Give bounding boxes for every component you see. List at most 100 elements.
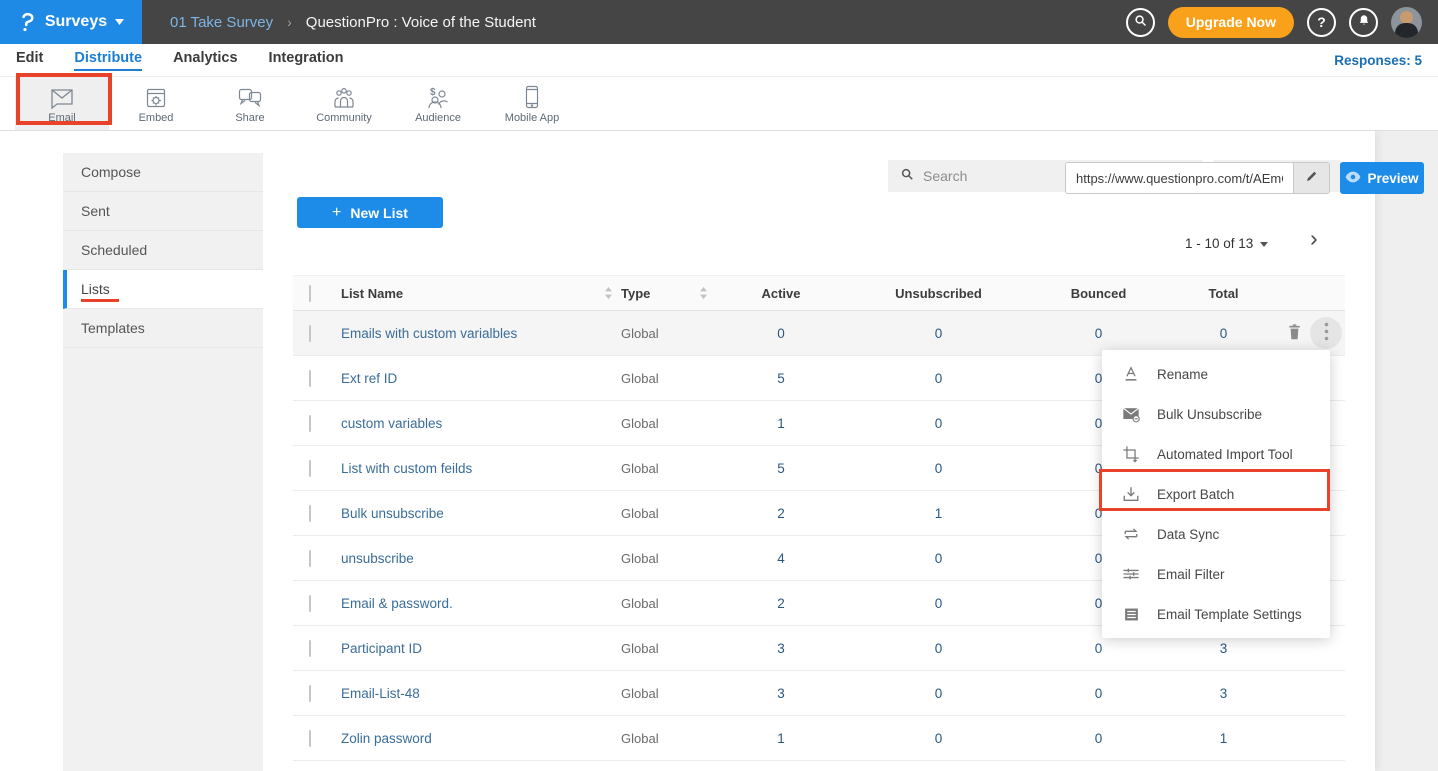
list-type: Global	[621, 461, 716, 476]
active-count[interactable]: 2	[716, 596, 846, 611]
total-count[interactable]: 3	[1166, 686, 1281, 701]
total-count[interactable]: 1	[1166, 731, 1281, 746]
row-checkbox[interactable]	[309, 370, 311, 387]
col-header-type[interactable]: Type	[621, 286, 650, 301]
row-checkbox[interactable]	[309, 640, 311, 657]
list-name-link[interactable]: Participant ID	[341, 641, 422, 656]
edit-url-button[interactable]	[1293, 163, 1329, 193]
channel-share[interactable]: Share	[203, 77, 297, 130]
active-count[interactable]: 0	[716, 326, 846, 341]
menu-item-email-template-settings[interactable]: Email Template Settings	[1102, 594, 1330, 634]
row-checkbox[interactable]	[309, 685, 311, 702]
row-checkbox[interactable]	[309, 460, 311, 477]
new-list-button[interactable]: + New List	[297, 197, 443, 228]
pagination-range-dropdown[interactable]: 1 - 10 of 13	[1185, 236, 1268, 251]
row-checkbox[interactable]	[309, 505, 311, 522]
sidebar-item-templates[interactable]: Templates	[63, 309, 263, 348]
select-all-checkbox[interactable]	[309, 285, 311, 302]
list-name-link[interactable]: Email & password.	[341, 596, 453, 611]
row-checkbox[interactable]	[309, 730, 311, 747]
unsubscribed-count[interactable]: 0	[846, 461, 1031, 476]
active-count[interactable]: 5	[716, 461, 846, 476]
menu-item-data-sync[interactable]: Data Sync	[1102, 514, 1330, 554]
channel-mobile-app[interactable]: Mobile App	[485, 77, 579, 130]
bounced-count[interactable]: 0	[1031, 686, 1166, 701]
list-name-link[interactable]: custom variables	[341, 416, 442, 431]
unsubscribed-count[interactable]: 0	[846, 731, 1031, 746]
bounced-count[interactable]: 0	[1031, 326, 1166, 341]
delete-list-button[interactable]	[1281, 320, 1307, 346]
menu-item-email-filter[interactable]: Email Filter	[1102, 554, 1330, 594]
user-avatar[interactable]	[1391, 7, 1422, 38]
list-name-link[interactable]: unsubscribe	[341, 551, 414, 566]
unsubscribed-count[interactable]: 0	[846, 371, 1031, 386]
sidebar-item-scheduled[interactable]: Scheduled	[63, 231, 263, 270]
unsubscribed-count[interactable]: 0	[846, 641, 1031, 656]
tab-integration[interactable]: Integration	[269, 50, 344, 71]
active-count[interactable]: 5	[716, 371, 846, 386]
row-more-options-button[interactable]	[1310, 317, 1342, 349]
survey-url-input[interactable]	[1066, 163, 1293, 193]
channel-email[interactable]: Email	[15, 77, 109, 130]
list-type: Global	[621, 686, 716, 701]
sidebar-item-compose[interactable]: Compose	[63, 153, 263, 192]
unsubscribed-count[interactable]: 0	[846, 326, 1031, 341]
row-checkbox[interactable]	[309, 595, 311, 612]
channel-embed[interactable]: Embed	[109, 77, 203, 130]
preview-label: Preview	[1367, 171, 1418, 186]
tab-edit[interactable]: Edit	[16, 50, 43, 71]
active-count[interactable]: 1	[716, 416, 846, 431]
total-count[interactable]: 3	[1166, 641, 1281, 656]
sidebar-item-lists[interactable]: Lists	[63, 270, 263, 309]
channel-audience[interactable]: $Audience	[391, 77, 485, 130]
bounced-count[interactable]: 0	[1031, 641, 1166, 656]
menu-item-bulk-unsubscribe[interactable]: Bulk Unsubscribe	[1102, 394, 1330, 434]
col-header-list-name[interactable]: List Name	[341, 286, 403, 301]
tab-distribute[interactable]: Distribute	[74, 50, 142, 71]
list-name-link[interactable]: Zolin password	[341, 731, 432, 746]
responses-count[interactable]: Responses: 5	[1334, 53, 1422, 68]
product-switcher[interactable]: Surveys	[0, 0, 142, 44]
unsubscribed-count[interactable]: 0	[846, 551, 1031, 566]
active-count[interactable]: 3	[716, 686, 846, 701]
row-checkbox[interactable]	[309, 415, 311, 432]
menu-item-export-batch[interactable]: Export Batch	[1102, 474, 1330, 514]
total-count[interactable]: 0	[1166, 326, 1281, 341]
search-button[interactable]	[1126, 8, 1155, 37]
list-name-link[interactable]: Ext ref ID	[341, 371, 397, 386]
col-header-unsubscribed: Unsubscribed	[846, 286, 1031, 301]
channel-community[interactable]: Community	[297, 77, 391, 130]
sort-icon[interactable]	[699, 287, 708, 299]
list-name-link[interactable]: Emails with custom varialbles	[341, 326, 517, 341]
sort-icon[interactable]	[604, 287, 613, 299]
list-name-link[interactable]: Bulk unsubscribe	[341, 506, 444, 521]
unsubscribed-count[interactable]: 0	[846, 416, 1031, 431]
unsubscribed-count[interactable]: 1	[846, 506, 1031, 521]
menu-item-automated-import-tool[interactable]: Automated Import Tool	[1102, 434, 1330, 474]
active-count[interactable]: 4	[716, 551, 846, 566]
list-name-link[interactable]: List with custom feilds	[341, 461, 472, 476]
nav-tabs: Edit Distribute Analytics Integration	[16, 50, 343, 71]
active-count[interactable]: 3	[716, 641, 846, 656]
breadcrumb-survey-link[interactable]: 01 Take Survey	[170, 14, 273, 31]
unsubscribed-count[interactable]: 0	[846, 686, 1031, 701]
page-body: ComposeSentScheduledListsTemplates All +…	[0, 131, 1438, 771]
row-checkbox[interactable]	[309, 325, 311, 342]
unsubscribed-count[interactable]: 0	[846, 596, 1031, 611]
active-count[interactable]: 1	[716, 731, 846, 746]
notifications-button[interactable]	[1349, 8, 1378, 37]
help-button[interactable]: ?	[1307, 8, 1336, 37]
list-name-link[interactable]: Email-List-48	[341, 686, 420, 701]
bounced-count[interactable]: 0	[1031, 731, 1166, 746]
active-count[interactable]: 2	[716, 506, 846, 521]
pagination-next-button[interactable]: ›	[1310, 227, 1318, 250]
upgrade-now-button[interactable]: Upgrade Now	[1168, 7, 1294, 38]
menu-item-rename[interactable]: Rename	[1102, 354, 1330, 394]
row-checkbox[interactable]	[309, 550, 311, 567]
sidebar-item-label: Sent	[81, 203, 110, 219]
sidebar-item-sent[interactable]: Sent	[63, 192, 263, 231]
preview-button[interactable]: Preview	[1340, 162, 1424, 194]
tab-analytics[interactable]: Analytics	[173, 50, 237, 71]
question-mark-icon: ?	[1317, 14, 1326, 30]
channel-label: Email	[48, 112, 76, 124]
